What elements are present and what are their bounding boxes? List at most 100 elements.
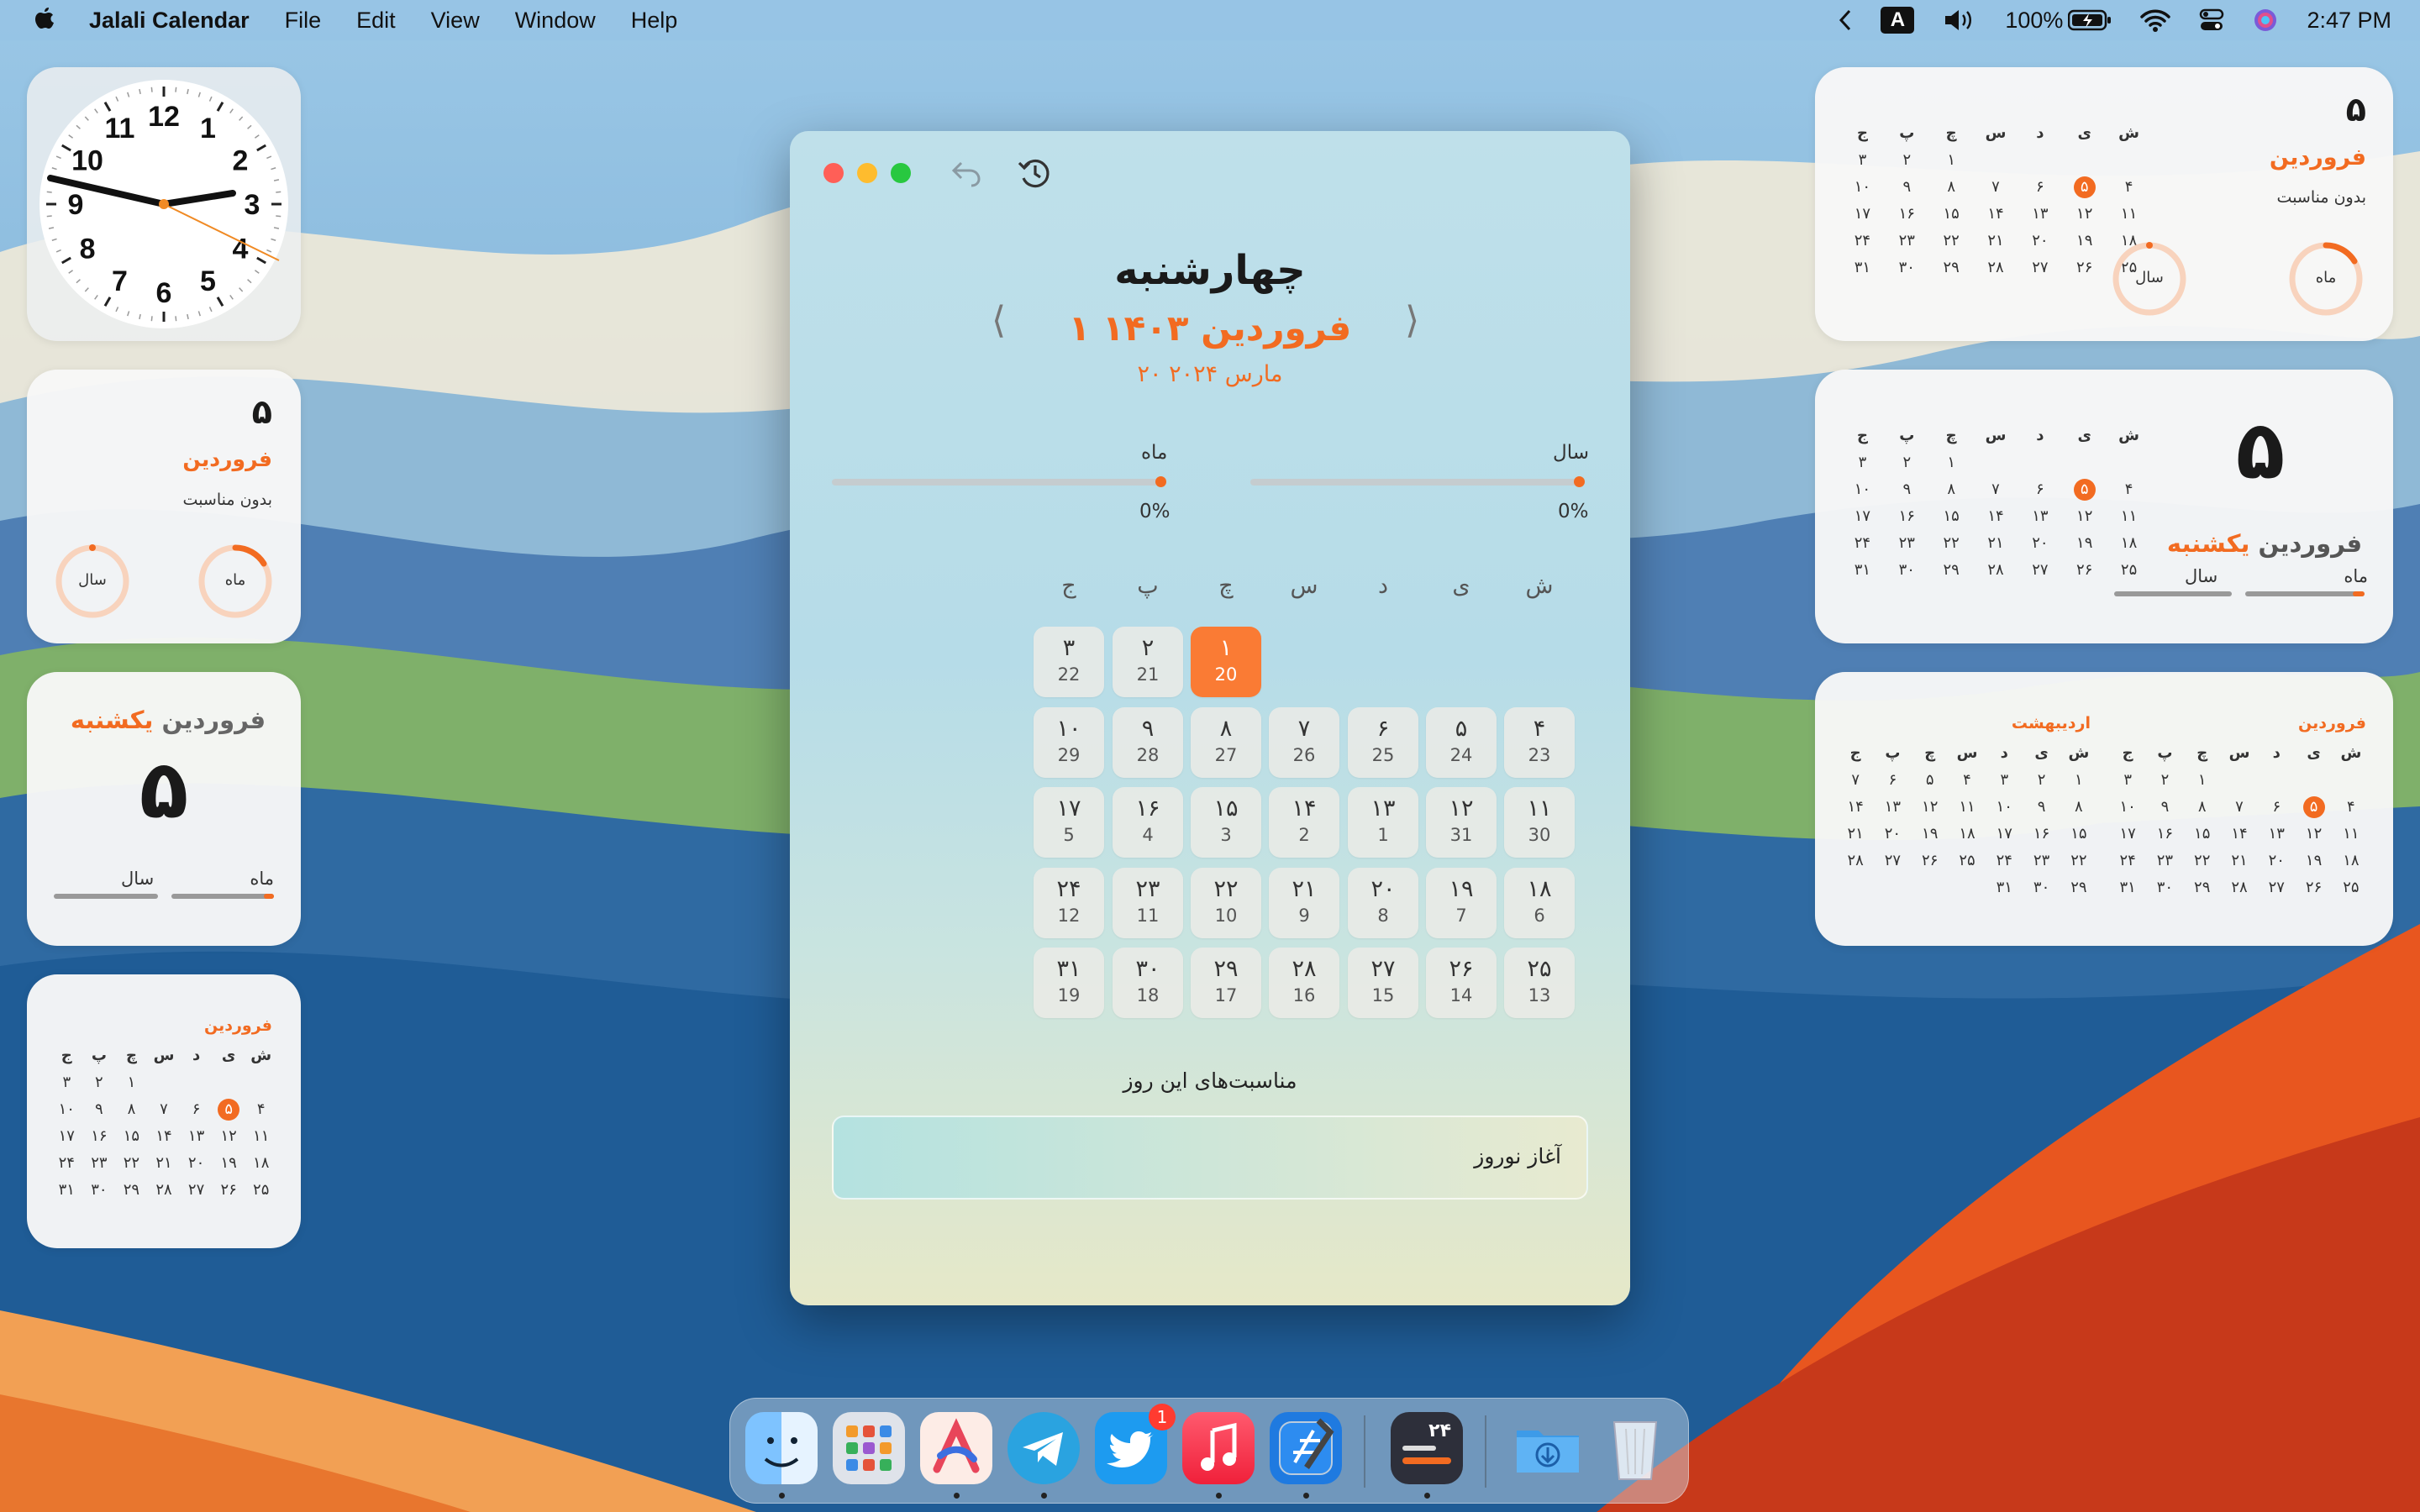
trash-icon[interactable] [1599, 1412, 1671, 1484]
day-cell[interactable]: ۲۶ 14 [1426, 948, 1497, 1018]
day-cell[interactable]: ۱۵ 3 [1191, 787, 1261, 858]
chevron-left-icon[interactable] [1839, 8, 1852, 32]
day-cell [1874, 877, 1911, 899]
jalali-calendar-app-icon[interactable]: ۲۴ [1391, 1412, 1463, 1484]
day-cell[interactable]: ۲۲ 10 [1191, 867, 1261, 938]
close-button[interactable] [823, 163, 844, 183]
day-cell[interactable]: ۲۵ 13 [1504, 948, 1575, 1018]
menu-file[interactable]: File [285, 8, 322, 34]
day-cell[interactable]: ۱۸ 6 [1504, 867, 1575, 938]
day-cell[interactable]: ۱۹ 7 [1426, 867, 1497, 938]
day-cell [2018, 452, 2062, 474]
menu-clock[interactable]: 2:47 PM [2307, 8, 2391, 34]
day-cell[interactable]: ۳۱ 19 [1034, 948, 1104, 1018]
day-cell[interactable]: ۴ 23 [1504, 706, 1575, 778]
two-month-calendar-widget[interactable]: فروردین اردیبهشت ش ی د س چ پ ج ۱ ۲ ۳ ۴ ۵ ۶ ۷ ۸ ۹ ۱۰ ۱۱ ۱۲ ۱… [1815, 672, 2393, 946]
finder-icon[interactable] [745, 1412, 818, 1484]
day-cell[interactable]: ۱۷ 5 [1034, 787, 1104, 858]
arc-browser-icon[interactable] [920, 1412, 992, 1484]
jalali-day-number: ۶ [1376, 715, 1390, 742]
battery-status[interactable]: 100% [2005, 8, 2112, 34]
month-name: فروردین [182, 447, 272, 471]
month-grid-widget[interactable]: فروردین ش ی د س چ پ ج ۱ ۲ ۳ ۴ ۵ ۶ ۷ ۸ ۹ ۱۰ ۱۱ ۱۲ ۱۳ ۱۴ ۱۵ ۱۶ ۱۷… [27, 974, 301, 1248]
control-center-icon[interactable] [2199, 8, 2224, 33]
day-cell[interactable]: ۱۶ 4 [1113, 787, 1183, 858]
event-status: بدون مناسبت [182, 491, 272, 509]
menu-help[interactable]: Help [631, 8, 678, 34]
day-bars-widget[interactable]: فروردین یکشنبه ۵ سال ماه [27, 672, 301, 946]
medium-calendar-bars-widget[interactable]: ش ی د س چ پ ج ۱ ۲ ۳ ۴ ۵ ۶ ۷ ۸ ۹ ۱۰ ۱۱ ۱۲ ۱۳ ۱۴ ۱۵ ۱۶ ۱۷ ۱۸ ۱۹ ۲۰ ۲۱… [1815, 370, 2393, 643]
music-icon[interactable] [1182, 1412, 1255, 1484]
event-text: آغاز نوروز [1474, 1144, 1561, 1168]
day-cell: ۲۸ [2231, 879, 2248, 896]
menu-edit[interactable]: Edit [356, 8, 396, 34]
day-cell[interactable]: ۲۱ 9 [1269, 867, 1339, 938]
twitter-icon[interactable]: 1 [1095, 1404, 1176, 1484]
day-cell: ۱ [127, 1074, 136, 1091]
day-cell[interactable]: ۲۹ 17 [1191, 948, 1261, 1018]
day-cell[interactable]: ۶ 25 [1348, 706, 1418, 778]
day-cell: ۲۰ [2268, 852, 2285, 869]
day-cell[interactable]: ۲۴ 12 [1034, 867, 1104, 938]
day-cell[interactable]: ۲۰ 8 [1348, 867, 1418, 938]
xcode-icon[interactable] [1270, 1412, 1342, 1484]
menu-window[interactable]: Window [515, 8, 596, 34]
clock-widget[interactable]: 12 1 2 3 4 5 6 7 8 9 10 11 [27, 67, 301, 341]
day-cell[interactable]: ۲۸ 16 [1269, 948, 1339, 1018]
gregorian-day-number: 23 [1528, 744, 1551, 765]
day-cell[interactable]: ۳۰ 18 [1113, 948, 1183, 1018]
day-cell: ۱۲ [2076, 205, 2093, 223]
weekday-header: س [2228, 744, 2250, 762]
minimize-button[interactable] [857, 163, 877, 183]
menu-app-name[interactable]: Jalali Calendar [89, 8, 250, 34]
weekday-header: ج [2122, 744, 2133, 762]
day-cell[interactable]: ۵ 24 [1426, 706, 1497, 778]
day-cell: ۲۷ [2032, 259, 2049, 276]
weekday-header: پ [1899, 427, 1915, 444]
day-cell[interactable]: ۲۷ 15 [1348, 948, 1418, 1018]
day-cell[interactable]: ۲ 21 [1113, 627, 1183, 697]
telegram-icon[interactable] [1007, 1412, 1080, 1484]
day-cell: ۲۳ [1898, 534, 1915, 552]
weekday-header: س [1956, 744, 1978, 762]
weekday-header: چ [1945, 427, 1957, 444]
input-source-indicator[interactable]: A [1881, 7, 1915, 34]
apple-icon[interactable] [32, 6, 57, 34]
downloads-folder-icon[interactable] [1512, 1412, 1584, 1484]
day-cell: ۳۰ [2156, 879, 2174, 896]
weekday-header: د [2272, 744, 2281, 762]
today-history-icon[interactable] [1017, 155, 1054, 192]
day-cell[interactable]: ۹ 28 [1113, 706, 1183, 778]
day-cell [1974, 452, 2018, 474]
zoom-button[interactable] [891, 163, 911, 183]
day-cell[interactable]: ۱۳ 1 [1348, 787, 1418, 858]
day-cell: ۱۳ [2032, 205, 2049, 223]
day-cell[interactable]: ۷ 26 [1269, 706, 1339, 778]
day-cell[interactable]: ۱۰ 29 [1034, 706, 1104, 778]
gregorian-day-number: 27 [1214, 744, 1238, 765]
weekday-header: ی [2077, 124, 2091, 142]
month-name: فروردین [161, 706, 266, 734]
next-day-button[interactable]: ⟩ [1405, 299, 1419, 342]
day-cell[interactable]: ۳ 22 [1034, 627, 1104, 697]
launchpad-icon[interactable] [833, 1412, 905, 1484]
medium-calendar-rings-widget[interactable]: ش ی د س چ پ ج ۱ ۲ ۳ ۴ ۵ ۶ ۷ ۸ ۹ ۱۰ ۱۱ ۱۲ ۱۳ ۱۴ ۱۵ ۱۶ ۱۷ ۱۸ ۱۹ ۲۰ ۲۱… [1815, 67, 2393, 341]
previous-day-button[interactable]: ⟨ [992, 299, 1006, 342]
day-cell[interactable]: ۲۳ 11 [1113, 867, 1183, 938]
siri-icon[interactable] [2253, 8, 2278, 33]
wifi-icon[interactable] [2140, 8, 2171, 32]
undo-icon[interactable] [950, 156, 983, 190]
day-cell[interactable]: ۱۱ 30 [1504, 787, 1575, 858]
day-cell[interactable]: ۸ 27 [1191, 706, 1261, 778]
menu-view[interactable]: View [431, 8, 480, 34]
volume-icon[interactable] [1943, 8, 1976, 33]
gregorian-date: ۲۰ مارس ۲۰۲۴ [1137, 361, 1283, 387]
selected-day-cell[interactable]: ۱ 20 [1191, 627, 1261, 697]
day-cell: ۱۷ [1854, 205, 1871, 223]
day-cell[interactable]: ۱۴ 2 [1269, 787, 1339, 858]
dock: 1 ۲۴ [729, 1398, 1689, 1504]
event-card[interactable]: آغاز نوروز [832, 1116, 1588, 1200]
day-rings-widget[interactable]: ۵ فروردین بدون مناسبت سال ماه [27, 370, 301, 643]
day-cell[interactable]: ۱۲ 31 [1426, 787, 1497, 858]
running-indicator [1424, 1493, 1430, 1499]
